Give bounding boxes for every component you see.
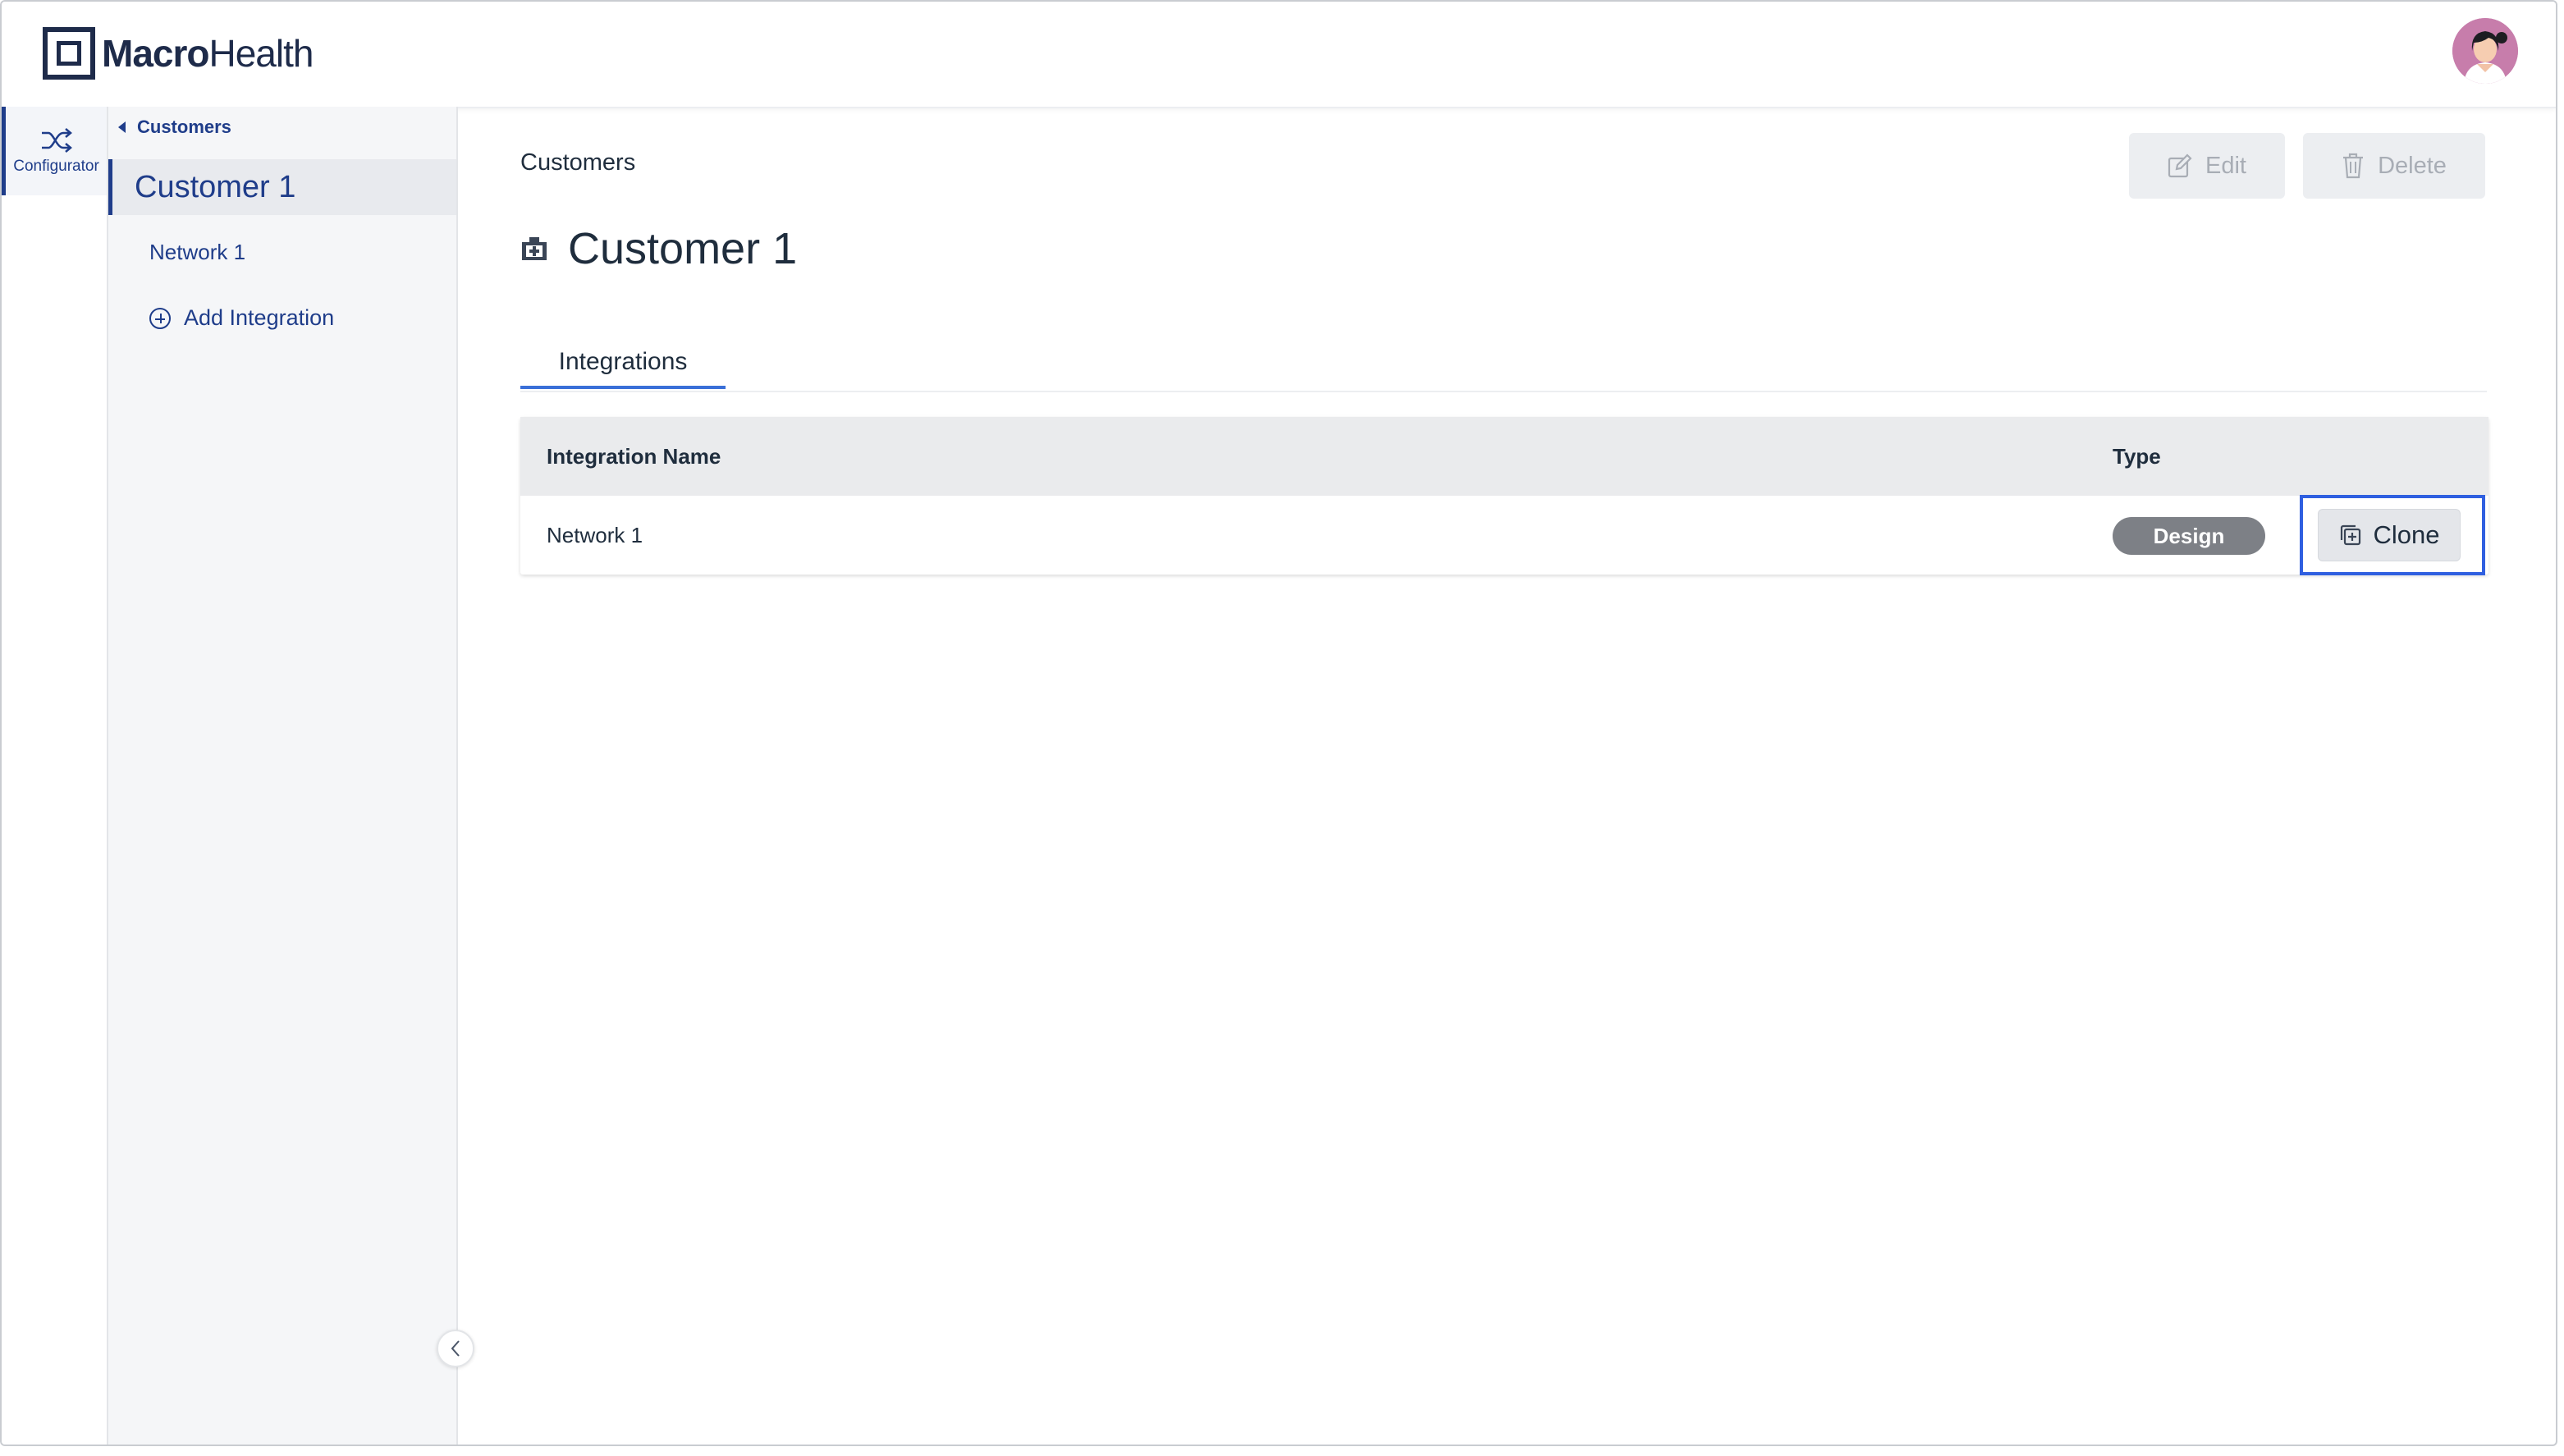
logo-text-light: Health [208,32,314,75]
clone-icon [2340,524,2360,546]
app-window: MacroHealth Configurator Customers Custo… [0,0,2557,1446]
back-to-customers-link[interactable]: Customers [118,115,231,140]
edit-icon [2168,153,2192,178]
column-header-type[interactable]: Type [2113,417,2161,496]
add-integration-button[interactable]: Add Integration [149,305,334,331]
top-bar: MacroHealth [2,2,2556,108]
clone-button[interactable]: Clone [2318,509,2461,561]
edit-button[interactable]: Edit [2129,133,2285,199]
delete-button[interactable]: Delete [2303,133,2485,199]
shuffle-icon [41,128,72,153]
chevron-left-icon [451,1340,460,1357]
column-header-integration-name[interactable]: Integration Name [547,417,721,496]
page-header: Customer 1 [520,223,797,274]
type-badge: Design [2113,517,2265,555]
delete-button-label: Delete [2378,152,2447,179]
add-integration-label: Add Integration [184,305,335,330]
page-title: Customer 1 [568,224,798,273]
plus-circle-icon [149,307,171,329]
avatar-icon [2452,18,2518,84]
caret-left-icon [118,121,126,133]
table-row[interactable]: Network 1 Design Clone [520,495,2488,575]
app-rail: Configurator [2,107,108,1445]
logo-text-bold: Macro [102,32,209,75]
back-link-label: Customers [137,117,231,137]
tab-bar: Integrations [520,338,2487,392]
macrohealth-logo[interactable]: MacroHealth [43,25,314,82]
user-avatar[interactable] [2452,18,2518,84]
sidebar: Customers Customer 1 Network 1 Add Integ… [108,107,458,1445]
collapse-sidebar-button[interactable] [437,1330,474,1367]
rail-item-label: Configurator [13,158,99,175]
integration-name-cell: Network 1 [547,522,643,547]
breadcrumb[interactable]: Customers [520,149,635,176]
table-header: Integration Name Type [520,417,2488,496]
sidebar-item-customer[interactable]: Customer 1 [108,159,456,215]
logo-mark-icon [43,27,95,80]
sidebar-item-network[interactable]: Network 1 [149,240,245,265]
tab-integrations[interactable]: Integrations [520,338,726,389]
hospital-icon [522,237,547,260]
integrations-table: Integration Name Type Network 1 Design C… [520,417,2488,575]
rail-item-configurator[interactable]: Configurator [2,107,107,195]
trash-icon [2343,153,2364,179]
edit-button-label: Edit [2205,152,2246,179]
clone-button-label: Clone [2373,520,2440,549]
